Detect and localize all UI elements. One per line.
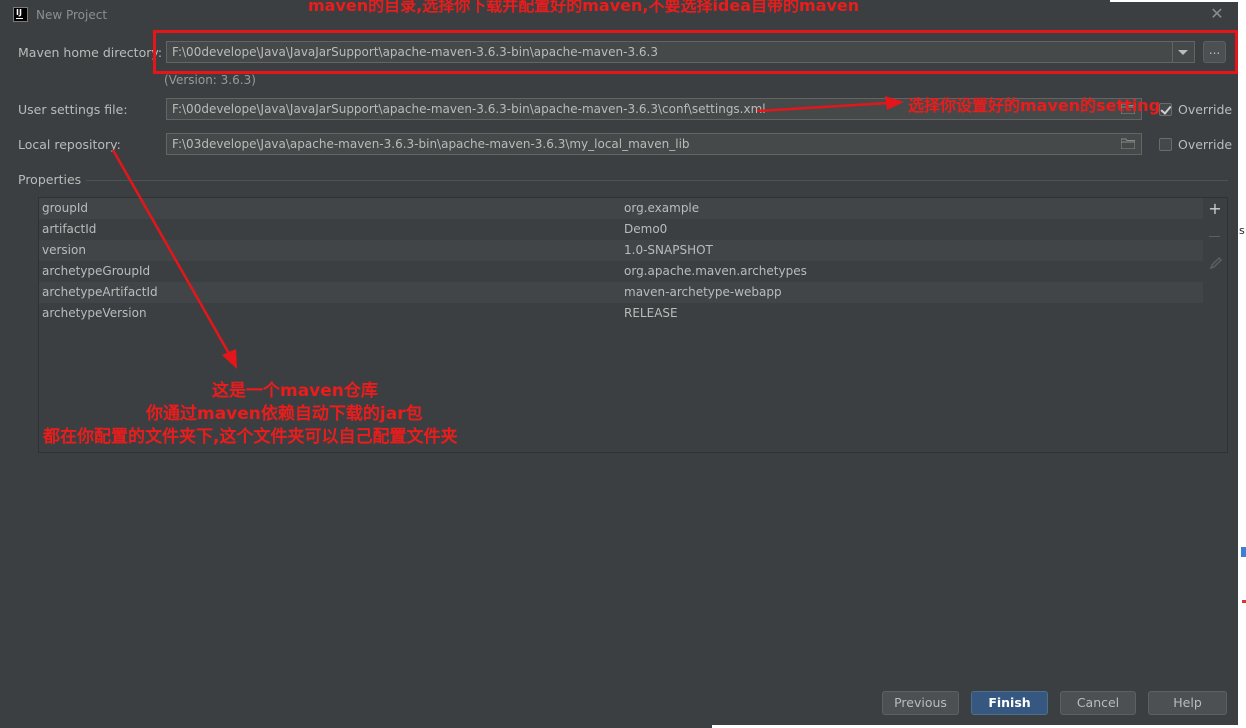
finish-button[interactable]: Finish bbox=[971, 691, 1048, 715]
user-settings-override-label: Override bbox=[1178, 102, 1233, 117]
property-key: archetypeVersion bbox=[42, 306, 147, 320]
window-title: New Project bbox=[36, 8, 108, 22]
background-text-fragment: s bbox=[1239, 224, 1245, 237]
background-blue-mark bbox=[1241, 547, 1246, 557]
maven-home-label: Maven home directory: bbox=[18, 45, 163, 60]
help-button[interactable]: Help bbox=[1148, 691, 1227, 715]
maven-version-text: (Version: 3.6.3) bbox=[164, 73, 256, 87]
local-repo-field[interactable]: F:\03develope\Java\apache-maven-3.6.3-bi… bbox=[166, 133, 1142, 155]
cancel-button[interactable]: Cancel bbox=[1060, 691, 1136, 715]
table-row[interactable]: archetypeGroupId org.apache.maven.archet… bbox=[39, 261, 1203, 282]
local-repo-override-label: Override bbox=[1178, 137, 1233, 152]
background-window-edge-top bbox=[1110, 0, 1246, 2]
maven-home-browse-button[interactable]: ... bbox=[1203, 41, 1226, 63]
local-repo-override-checkbox[interactable] bbox=[1159, 138, 1172, 151]
background-window-edge: s bbox=[1238, 0, 1246, 728]
properties-title: Properties bbox=[18, 172, 82, 187]
annotation-top-text: maven的目录,选择你下载并配置好的maven,不要选择idea自带的mave… bbox=[308, 0, 860, 15]
annotation-repo-line3: 都在你配置的文件夹下,这个文件夹可以自己配置文件夹 bbox=[43, 427, 458, 447]
add-icon[interactable]: + bbox=[1208, 201, 1222, 217]
previous-button[interactable]: Previous bbox=[882, 691, 959, 715]
annotation-repo-line1: 这是一个maven仓库 bbox=[212, 381, 378, 401]
table-row[interactable]: artifactId Demo0 bbox=[39, 219, 1203, 240]
property-value: 1.0-SNAPSHOT bbox=[624, 243, 713, 257]
background-red-mark bbox=[1242, 600, 1246, 603]
close-icon[interactable]: ✕ bbox=[1208, 5, 1226, 23]
local-repo-label: Local repository: bbox=[18, 137, 121, 152]
table-row[interactable]: archetypeVersion RELEASE bbox=[39, 303, 1203, 324]
user-settings-label: User settings file: bbox=[18, 102, 128, 117]
annotation-settings-text: 选择你设置好的maven的setting bbox=[908, 96, 1161, 115]
properties-toolbar: + bbox=[1203, 197, 1228, 453]
remove-icon[interactable] bbox=[1209, 236, 1220, 237]
folder-icon[interactable] bbox=[1121, 138, 1135, 149]
property-key: version bbox=[42, 243, 86, 257]
new-project-dialog: IJ New Project ✕ Maven home directory: F… bbox=[0, 0, 1246, 728]
property-key: archetypeGroupId bbox=[42, 264, 151, 278]
chevron-down-icon[interactable] bbox=[1172, 42, 1194, 62]
user-settings-override-checkbox[interactable] bbox=[1159, 103, 1172, 116]
properties-separator bbox=[86, 180, 1228, 181]
property-value: RELEASE bbox=[624, 306, 678, 320]
table-row[interactable]: archetypeArtifactId maven-archetype-weba… bbox=[39, 282, 1203, 303]
maven-home-combo[interactable]: F:\00develope\Java\JavaJarSupport\apache… bbox=[166, 41, 1195, 63]
property-value: org.apache.maven.archetypes bbox=[624, 264, 807, 278]
property-value: maven-archetype-webapp bbox=[624, 285, 782, 299]
user-settings-value: F:\00develope\Java\JavaJarSupport\apache… bbox=[172, 102, 766, 116]
table-row[interactable]: groupId org.example bbox=[39, 198, 1203, 219]
property-value: org.example bbox=[624, 201, 700, 215]
local-repo-value: F:\03develope\Java\apache-maven-3.6.3-bi… bbox=[172, 137, 690, 151]
property-key: artifactId bbox=[42, 222, 97, 236]
annotation-repo-line2: 你通过maven依赖自动下载的jar包 bbox=[146, 404, 423, 424]
property-value: Demo0 bbox=[624, 222, 668, 236]
property-key: groupId bbox=[42, 201, 89, 215]
pencil-icon[interactable] bbox=[1209, 256, 1223, 270]
intellij-logo-icon: IJ bbox=[13, 7, 28, 22]
app-icon-text: IJ bbox=[16, 8, 22, 17]
table-row[interactable]: version 1.0-SNAPSHOT bbox=[39, 240, 1203, 261]
property-key: archetypeArtifactId bbox=[42, 285, 158, 299]
maven-home-value: F:\00develope\Java\JavaJarSupport\apache… bbox=[172, 45, 658, 59]
